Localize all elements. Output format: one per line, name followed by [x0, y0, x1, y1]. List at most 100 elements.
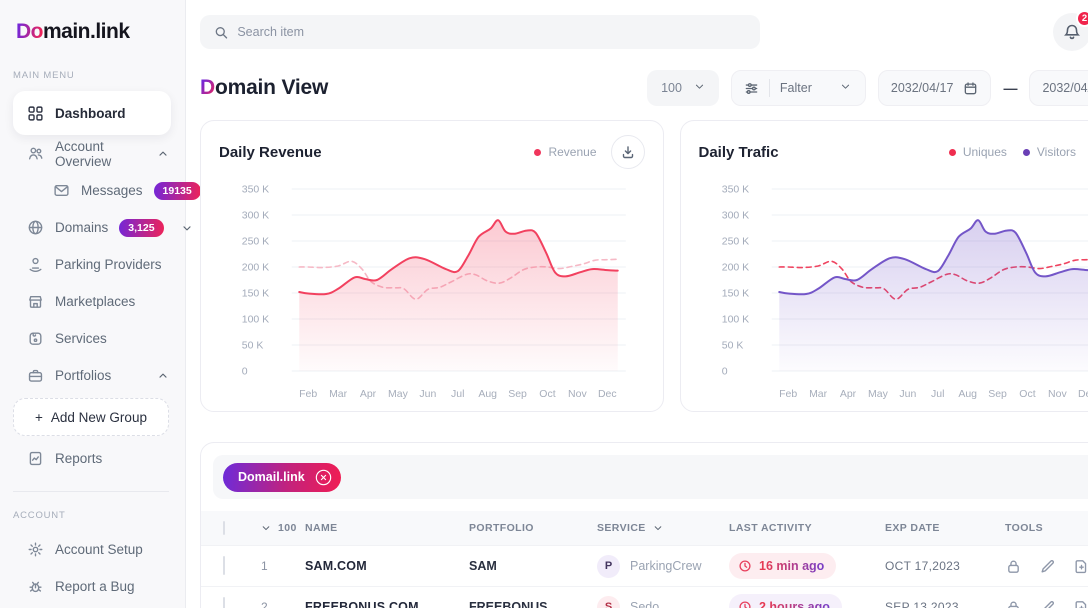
domains-table-card: Domail.link 100 NAME PORTFOLIO SERVICE L… — [200, 442, 1088, 608]
download-button[interactable] — [611, 135, 645, 169]
column-header-service[interactable]: SERVICE — [597, 522, 729, 534]
sidebar-item-label: Report a Bug — [55, 579, 135, 594]
add-new-group-label: Add New Group — [51, 410, 147, 425]
svg-text:May: May — [388, 388, 409, 400]
lock-icon[interactable] — [1005, 599, 1022, 608]
sidebar-item-marketplaces[interactable]: Marketplaces — [0, 283, 185, 320]
gear-icon — [27, 541, 44, 558]
page-title-accent: D — [200, 76, 215, 99]
date-to-picker[interactable]: 2032/04/17 — [1029, 70, 1088, 106]
svg-text:Nov: Nov — [1048, 388, 1067, 400]
select-all-checkbox[interactable] — [223, 521, 225, 535]
column-header-name[interactable]: NAME — [305, 522, 469, 534]
select-count-dropdown[interactable]: 100 — [261, 522, 305, 534]
sidebar-item-account-overview[interactable]: Account Overview — [0, 135, 185, 172]
row-index: 2 — [261, 600, 305, 608]
domain-name: SAM.COM — [305, 559, 469, 573]
chevron-up-icon — [157, 148, 169, 160]
svg-text:Oct: Oct — [1019, 388, 1035, 400]
service-initial-badge: P — [597, 555, 620, 578]
bell-icon — [1063, 23, 1081, 41]
lock-icon[interactable] — [1005, 558, 1022, 575]
chevron-down-icon — [653, 523, 663, 533]
package-icon — [27, 330, 44, 347]
calendar-icon — [963, 81, 978, 96]
app-window: Domain.link MAIN MENU Dashboard Account … — [0, 0, 1088, 608]
svg-text:350 K: 350 K — [242, 184, 269, 196]
svg-text:May: May — [868, 388, 889, 400]
svg-text:Feb: Feb — [779, 388, 797, 400]
search-bar[interactable] — [200, 15, 760, 49]
date-from-picker[interactable]: 2032/04/17 — [878, 70, 992, 106]
main-content: 2 Domain View 100 Falter — [186, 0, 1088, 608]
divider — [769, 79, 770, 97]
clock-icon — [738, 600, 752, 608]
sidebar-item-parking-providers[interactable]: Parking Providers — [0, 246, 185, 283]
charts-row: Daily Revenue Revenue 350 K300 K250 K200… — [200, 120, 1088, 412]
column-header-exp-date[interactable]: EXP DATE — [885, 522, 1005, 534]
sidebar-item-label: Domains — [55, 220, 108, 235]
table-row: 2 FREEBONUS.COM FREEBONUS S Sedo 2 hours… — [201, 586, 1088, 608]
domain-filter-chip[interactable]: Domail.link — [223, 463, 341, 492]
sidebar-item-domains[interactable]: Domains 3,125 — [0, 209, 185, 246]
svg-text:Jul: Jul — [931, 388, 944, 400]
daily-trafic-card: Daily Trafic UniquesVisitors 350 K300 K2… — [680, 120, 1088, 412]
file-plus-icon[interactable] — [1073, 599, 1088, 608]
edit-icon[interactable] — [1039, 599, 1056, 608]
svg-text:150 K: 150 K — [721, 288, 748, 300]
svg-text:Nov: Nov — [568, 388, 587, 400]
sidebar: Domain.link MAIN MENU Dashboard Account … — [0, 0, 186, 608]
svg-text:Aug: Aug — [478, 388, 497, 400]
plus-icon: + — [35, 410, 43, 425]
logo-accent: Do — [16, 20, 43, 43]
sidebar-item-account-setup[interactable]: Account Setup — [0, 531, 185, 568]
row-checkbox[interactable] — [223, 556, 225, 575]
edit-icon[interactable] — [1039, 558, 1056, 575]
page-size-dropdown[interactable]: 100 — [647, 70, 719, 106]
chart-legend: Revenue — [534, 145, 596, 159]
sidebar-item-messages[interactable]: Messages 19135 — [0, 172, 185, 209]
filter-dropdown[interactable]: Falter — [731, 70, 866, 106]
account-section-label: ACCOUNT — [0, 510, 185, 521]
notifications-button[interactable]: 2 — [1053, 13, 1088, 51]
search-input[interactable] — [237, 25, 746, 39]
add-new-group-button[interactable]: + Add New Group — [13, 398, 169, 436]
row-checkbox[interactable] — [223, 597, 225, 608]
sidebar-item-label: Dashboard — [55, 106, 126, 121]
legend-dot — [1023, 149, 1030, 156]
service-initial-badge: S — [597, 596, 620, 608]
column-header-last-activity[interactable]: LAST ACTIVITY — [729, 522, 885, 534]
sidebar-item-portfolios[interactable]: Portfolios — [0, 357, 185, 394]
service-cell: S Sedo — [597, 596, 729, 608]
sidebar-item-label: Account Setup — [55, 542, 143, 557]
sidebar-item-reports[interactable]: Reports — [0, 440, 185, 477]
exp-date: SEP 13,2023 — [885, 600, 1005, 608]
domain-name: FREEBONUS.COM — [305, 600, 469, 608]
header-controls: 100 Falter 2032/04/17 — 2032/04/17 — [647, 70, 1088, 106]
date-to-value: 2032/04/17 — [1042, 81, 1088, 95]
svg-text:Dec: Dec — [598, 388, 617, 400]
sidebar-divider — [13, 491, 169, 492]
svg-text:300 K: 300 K — [242, 210, 269, 222]
legend-item: Visitors — [1023, 145, 1076, 159]
file-plus-icon[interactable] — [1073, 558, 1088, 575]
column-header-tools: TOOLS — [1005, 522, 1088, 534]
remove-chip-icon[interactable] — [313, 467, 334, 488]
date-from-value: 2032/04/17 — [891, 81, 954, 95]
sidebar-item-services[interactable]: Services — [0, 320, 185, 357]
globe-icon — [27, 219, 44, 236]
column-header-portfolio[interactable]: PORTFOLIO — [469, 522, 597, 534]
logo-rest: main.link — [43, 20, 130, 43]
svg-text:0: 0 — [721, 366, 727, 378]
clock-icon — [738, 559, 752, 573]
page-size-value: 100 — [661, 81, 682, 95]
chevron-down-icon — [694, 81, 705, 95]
daily-revenue-card: Daily Revenue Revenue 350 K300 K250 K200… — [200, 120, 664, 412]
sidebar-item-report-a-bug[interactable]: Report a Bug — [0, 568, 185, 605]
svg-text:250 K: 250 K — [721, 236, 748, 248]
chevron-down-icon — [840, 81, 851, 95]
sidebar-item-dashboard[interactable]: Dashboard — [13, 91, 171, 135]
svg-text:Sep: Sep — [508, 388, 527, 400]
service-name: Sedo — [630, 600, 659, 608]
chip-label: Domail.link — [238, 470, 305, 484]
